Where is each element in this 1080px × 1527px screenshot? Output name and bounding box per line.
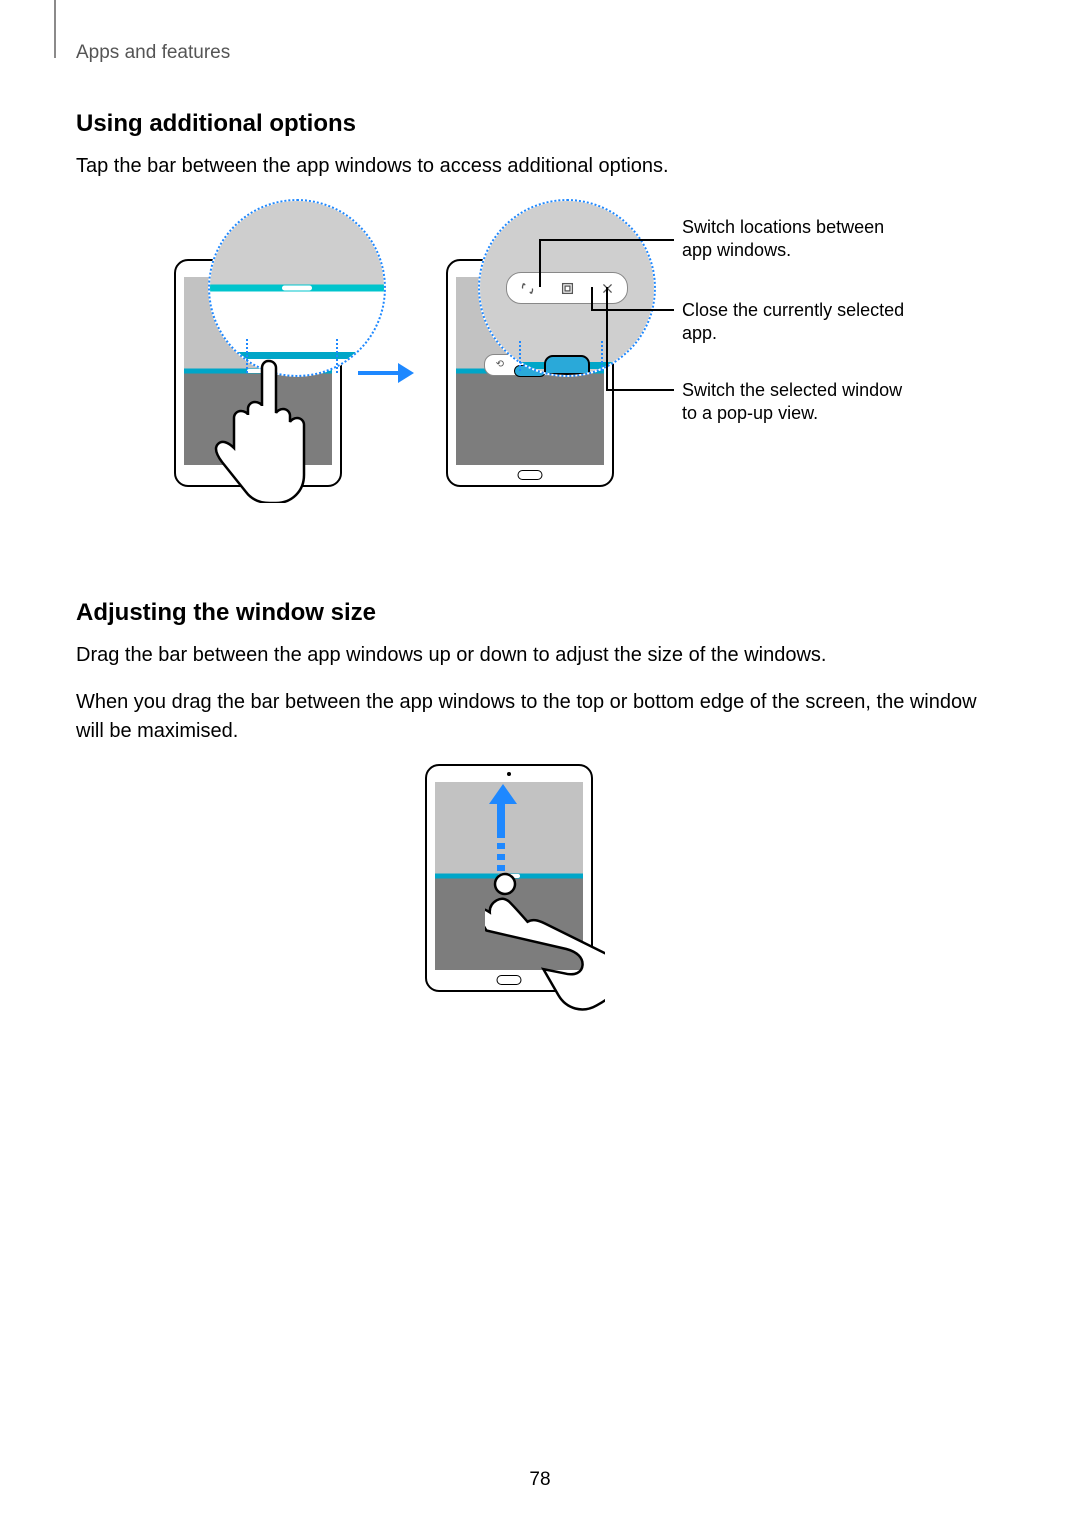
arrow-right-icon bbox=[358, 363, 414, 383]
annotation-popup: Switch the selected window to a pop-up v… bbox=[682, 379, 912, 424]
magnifier-options bbox=[478, 199, 656, 377]
swap-icon bbox=[520, 282, 534, 295]
annotation-swap: Switch locations between app windows. bbox=[682, 216, 912, 261]
figure-additional-options: ⟲▢✕ bbox=[126, 199, 996, 569]
figure-adjust-size bbox=[105, 764, 975, 1034]
hand-pointer-icon bbox=[206, 343, 326, 503]
popup-icon bbox=[560, 282, 574, 295]
heading-using-additional-options: Using additional options bbox=[76, 110, 1004, 138]
annotation-close: Close the currently selected app. bbox=[682, 299, 912, 344]
body-adjusting-1: Drag the bar between the app windows up … bbox=[76, 641, 1004, 670]
heading-adjusting-window-size: Adjusting the window size bbox=[76, 599, 1004, 627]
page-number: 78 bbox=[0, 1469, 1080, 1491]
hand-pointer-icon bbox=[485, 864, 605, 1024]
breadcrumb: Apps and features bbox=[76, 42, 1004, 64]
body-adjusting-2: When you drag the bar between the app wi… bbox=[76, 688, 1004, 746]
body-using-additional-options: Tap the bar between the app windows to a… bbox=[76, 152, 1004, 181]
page-tab-mark bbox=[54, 0, 56, 58]
